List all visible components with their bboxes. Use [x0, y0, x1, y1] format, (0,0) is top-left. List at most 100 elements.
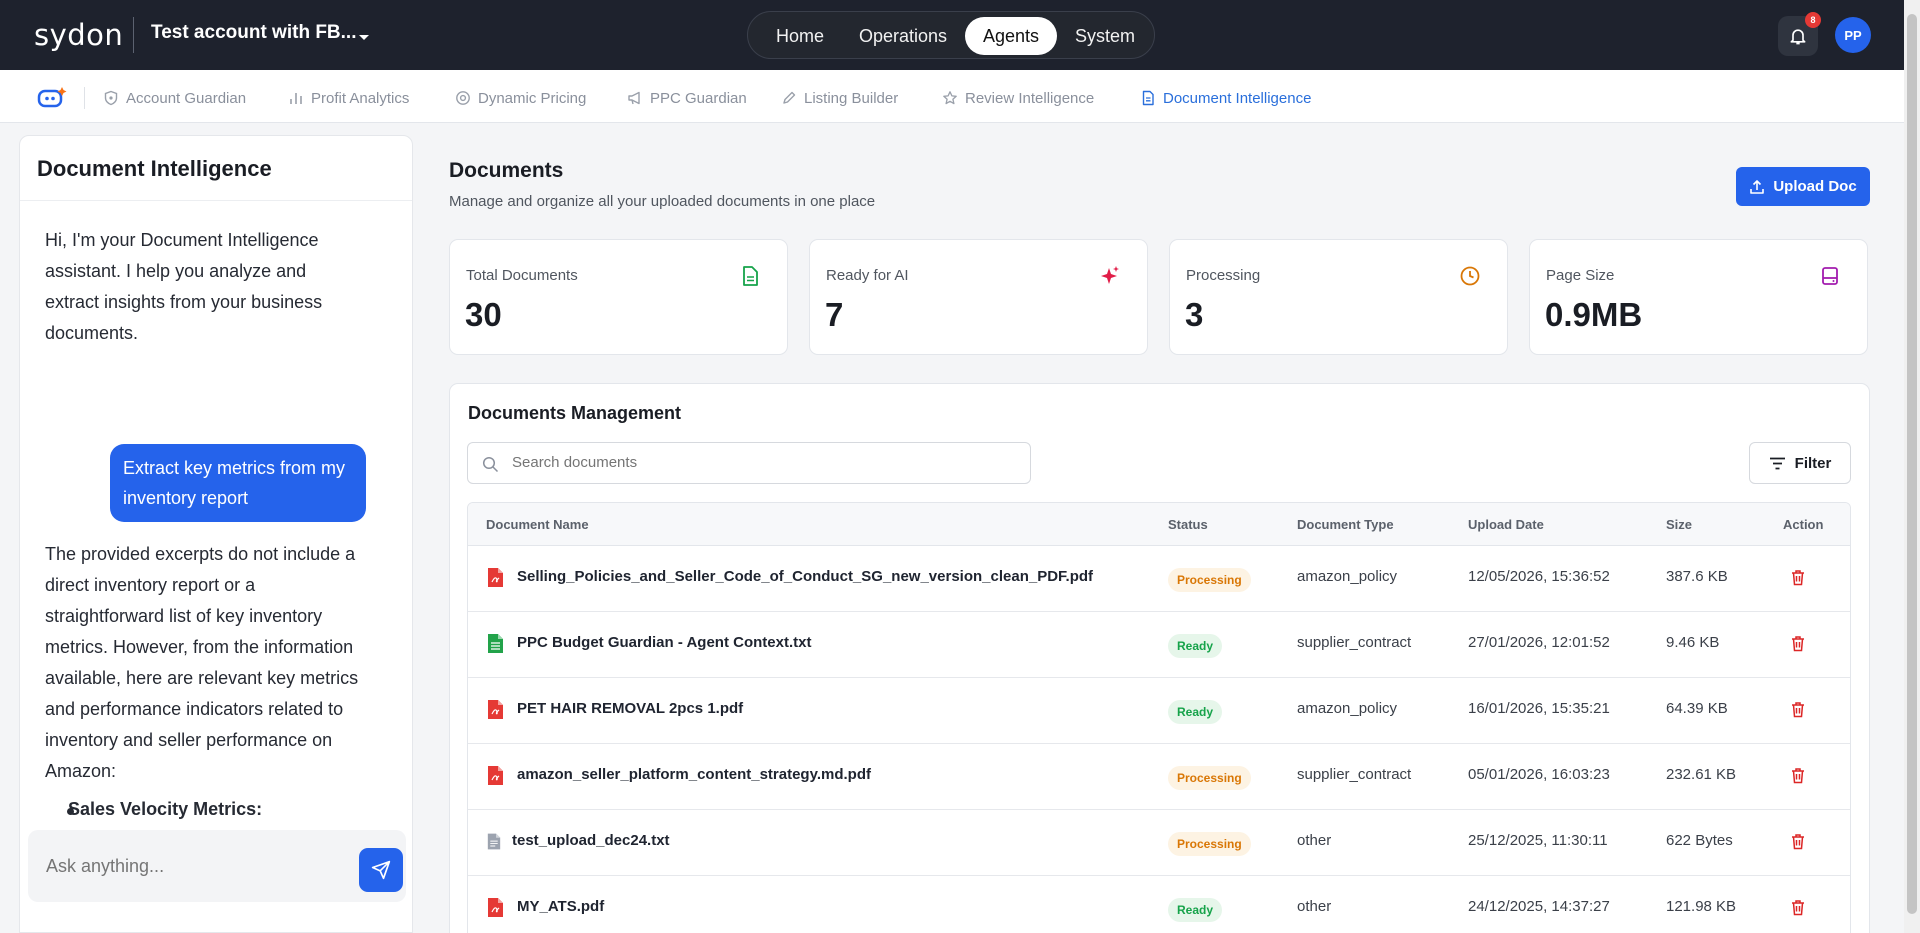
document-type: supplier_contract [1297, 766, 1412, 783]
chat-input[interactable] [46, 856, 336, 877]
search-input[interactable] [512, 454, 1012, 471]
assistant-message: Hi, I'm your Document Intelligence assis… [45, 230, 323, 343]
brand-logo[interactable]: sydon [34, 18, 123, 52]
table-row[interactable]: MY_ATS.pdf Ready other 24/12/2025, 14:37… [468, 876, 1850, 933]
upload-date: 27/01/2026, 12:01:52 [1468, 634, 1610, 651]
filter-button[interactable]: Filter [1749, 442, 1851, 484]
page-scrollbar-thumb[interactable] [1907, 14, 1917, 914]
document-name[interactable]: test_upload_dec24.txt [512, 832, 670, 849]
chevron-down-icon[interactable] [356, 29, 372, 45]
agents-subnav: Account Guardian Profit Analytics Dynami… [0, 70, 1904, 123]
tab-label: Dynamic Pricing [478, 89, 587, 107]
tab-profit-analytics[interactable]: Profit Analytics [288, 87, 409, 109]
nav-system[interactable]: System [1060, 17, 1150, 55]
column-header[interactable]: Document Type [1297, 517, 1394, 532]
tab-label: Listing Builder [804, 89, 899, 107]
status-badge: Ready [1168, 634, 1223, 658]
tab-label: Review Intelligence [965, 89, 1095, 107]
table-row[interactable]: amazon_seller_platform_content_strategy.… [468, 744, 1850, 810]
table-row[interactable]: PPC Budget Guardian - Agent Context.txt … [468, 612, 1850, 678]
tab-review-intelligence[interactable]: Review Intelligence [942, 87, 1094, 109]
pdf-file-icon [488, 568, 503, 587]
documents-panel: Documents Management Filter Document Nam… [449, 383, 1870, 933]
upload-date: 16/01/2026, 15:35:21 [1468, 700, 1610, 717]
status-badge: Ready [1168, 700, 1223, 724]
stat-value: 3 [1185, 296, 1204, 333]
nav-operations[interactable]: Operations [844, 17, 962, 55]
upload-date: 25/12/2025, 11:30:11 [1468, 832, 1608, 849]
table-row[interactable]: PET HAIR REMOVAL 2pcs 1.pdf Ready amazon… [468, 678, 1850, 744]
trash-icon[interactable] [1790, 635, 1806, 652]
stat-value: 0.9MB [1545, 296, 1643, 333]
stat-value: 7 [825, 296, 844, 333]
document-name[interactable]: PET HAIR REMOVAL 2pcs 1.pdf [517, 700, 743, 717]
trash-icon[interactable] [1790, 899, 1806, 916]
documents-table: Document Name Status Document Type Uploa… [467, 502, 1851, 933]
account-name[interactable]: Test account with FB... [151, 22, 357, 44]
stat-card-total-documents: Total Documents 30 [449, 239, 788, 355]
document-type: other [1297, 832, 1332, 849]
nav-agents[interactable]: Agents [965, 17, 1057, 55]
trash-icon[interactable] [1790, 701, 1806, 718]
tab-account-guardian[interactable]: Account Guardian [103, 87, 246, 109]
document-icon [1142, 90, 1154, 106]
column-header[interactable]: Document Name [486, 517, 589, 532]
tab-label: Document Intelligence [1163, 89, 1312, 107]
chat-title: Document Intelligence [37, 156, 272, 181]
assistant-message: The provided excerpts do not include a d… [45, 544, 359, 781]
trash-icon[interactable] [1790, 569, 1806, 586]
sheet-file-icon [488, 634, 503, 653]
document-name[interactable]: amazon_seller_platform_content_strategy.… [517, 766, 871, 783]
text-file-icon [487, 833, 501, 850]
column-header[interactable]: Status [1168, 517, 1208, 532]
document-type: supplier_contract [1297, 634, 1412, 651]
tab-listing-builder[interactable]: Listing Builder [781, 87, 898, 109]
send-button[interactable] [359, 848, 403, 892]
table-row[interactable]: test_upload_dec24.txt Processing other 2… [468, 810, 1850, 876]
subnav-divider [84, 87, 85, 109]
column-header[interactable]: Upload Date [1468, 517, 1544, 532]
file-icon [743, 266, 758, 286]
chat-messages[interactable]: Hi, I'm your Document Intelligence assis… [20, 201, 396, 896]
panel-title: Documents Management [468, 403, 682, 423]
table-row[interactable]: Selling_Policies_and_Seller_Code_of_Cond… [468, 546, 1850, 612]
user-avatar[interactable]: PP [1835, 17, 1871, 53]
notification-count-badge: 8 [1805, 12, 1821, 28]
trash-icon[interactable] [1790, 767, 1806, 784]
pdf-file-icon [488, 898, 503, 917]
file-size: 64.39 KB [1666, 700, 1728, 717]
tab-dynamic-pricing[interactable]: Dynamic Pricing [455, 87, 586, 109]
tab-label: Profit Analytics [311, 89, 410, 107]
tab-label: PPC Guardian [650, 89, 747, 107]
file-size: 387.6 KB [1666, 568, 1728, 585]
column-header[interactable]: Size [1666, 517, 1692, 532]
stat-card-page-size: Page Size 0.9MB [1529, 239, 1868, 355]
tab-document-intelligence[interactable]: Document Intelligence [1140, 87, 1311, 109]
brand-logo-text: sydon [34, 18, 124, 52]
main-nav: Home Operations Agents System [747, 11, 1155, 59]
tab-label: Account Guardian [126, 89, 247, 107]
document-name[interactable]: PPC Budget Guardian - Agent Context.txt [517, 634, 811, 651]
agents-logo-icon[interactable] [37, 86, 67, 110]
clock-icon [1460, 266, 1480, 286]
chat-composer [28, 830, 406, 902]
file-size: 232.61 KB [1666, 766, 1737, 783]
megaphone-icon [628, 91, 640, 105]
file-size: 9.46 KB [1666, 634, 1720, 651]
search-icon [482, 456, 499, 473]
pdf-file-icon [488, 766, 503, 785]
filter-icon [1769, 457, 1785, 469]
shield-icon [104, 90, 118, 106]
document-name[interactable]: MY_ATS.pdf [517, 898, 604, 915]
assistant-bullet-heading: Sales Velocity Metrics: [68, 799, 263, 819]
status-badge: Processing [1168, 832, 1251, 856]
scroll-up-arrow[interactable]: ▲ [395, 271, 396, 281]
send-icon [371, 860, 391, 880]
bell-icon [1790, 29, 1806, 45]
stat-card-ready-for-ai: Ready for AI 7 [809, 239, 1148, 355]
trash-icon[interactable] [1790, 833, 1806, 850]
document-name[interactable]: Selling_Policies_and_Seller_Code_of_Cond… [517, 568, 1093, 585]
tab-ppc-guardian[interactable]: PPC Guardian [627, 87, 747, 109]
upload-doc-button[interactable]: Upload Doc [1736, 167, 1870, 206]
nav-home[interactable]: Home [756, 17, 844, 55]
